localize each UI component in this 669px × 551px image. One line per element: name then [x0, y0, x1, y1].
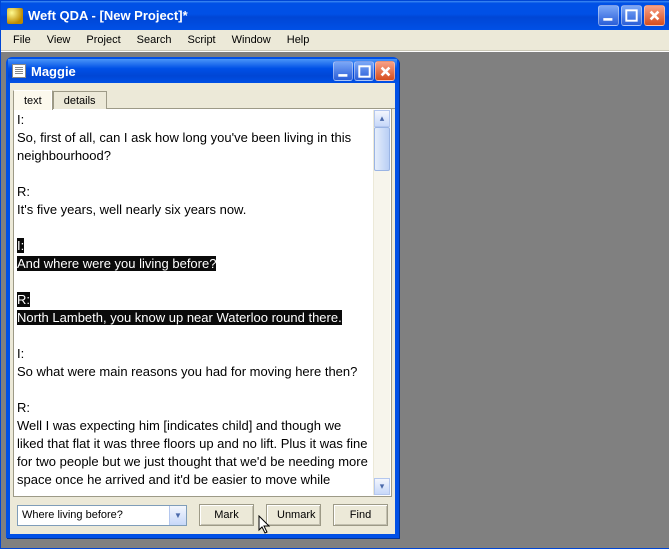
- menu-project[interactable]: Project: [78, 32, 128, 48]
- category-combobox[interactable]: ▼: [17, 505, 187, 526]
- doc-minimize-button[interactable]: [333, 61, 353, 81]
- menubar: File View Project Search Script Window H…: [1, 30, 669, 51]
- scroll-thumb[interactable]: [374, 127, 390, 171]
- mark-button[interactable]: Mark: [199, 504, 254, 526]
- maximize-button[interactable]: [621, 5, 642, 26]
- category-input[interactable]: [18, 506, 169, 525]
- tab-details-label: details: [64, 95, 96, 107]
- menu-help[interactable]: Help: [279, 32, 318, 48]
- app-window: Weft QDA - [New Project]* File View Proj…: [0, 0, 669, 549]
- combobox-dropdown-button[interactable]: ▼: [169, 506, 186, 525]
- menu-script[interactable]: Script: [180, 32, 224, 48]
- document-title: Maggie: [31, 64, 76, 79]
- transcript-text[interactable]: I: So, first of all, can I ask how long …: [17, 111, 371, 494]
- menu-window[interactable]: Window: [224, 32, 279, 48]
- vertical-scrollbar[interactable]: ▴ ▾: [373, 110, 390, 495]
- bottom-toolbar: ▼ Mark Unmark Find: [10, 502, 395, 534]
- document-icon: [12, 64, 26, 78]
- find-button[interactable]: Find: [333, 504, 388, 526]
- close-button[interactable]: [644, 5, 665, 26]
- app-icon: [7, 8, 23, 24]
- tab-text[interactable]: text: [13, 90, 53, 110]
- app-titlebar[interactable]: Weft QDA - [New Project]*: [1, 1, 669, 30]
- tab-details[interactable]: details: [53, 91, 107, 110]
- tab-text-label: text: [24, 95, 42, 107]
- unmark-button[interactable]: Unmark: [266, 504, 321, 526]
- menu-search[interactable]: Search: [129, 32, 180, 48]
- mdi-client-area: Maggie text details I:: [1, 51, 669, 548]
- document-window: Maggie text details I:: [6, 57, 399, 538]
- scroll-up-button[interactable]: ▴: [374, 110, 390, 127]
- tabstrip: text details: [10, 83, 395, 109]
- doc-maximize-button[interactable]: [354, 61, 374, 81]
- menu-file[interactable]: File: [5, 32, 39, 48]
- text-pane-container: I: So, first of all, can I ask how long …: [13, 109, 392, 497]
- minimize-button[interactable]: [598, 5, 619, 26]
- app-title: Weft QDA - [New Project]*: [28, 8, 188, 23]
- scroll-track[interactable]: [374, 127, 390, 478]
- doc-close-button[interactable]: [375, 61, 395, 81]
- menu-view[interactable]: View: [39, 32, 79, 48]
- document-titlebar[interactable]: Maggie: [8, 59, 397, 83]
- scroll-down-button[interactable]: ▾: [374, 478, 390, 495]
